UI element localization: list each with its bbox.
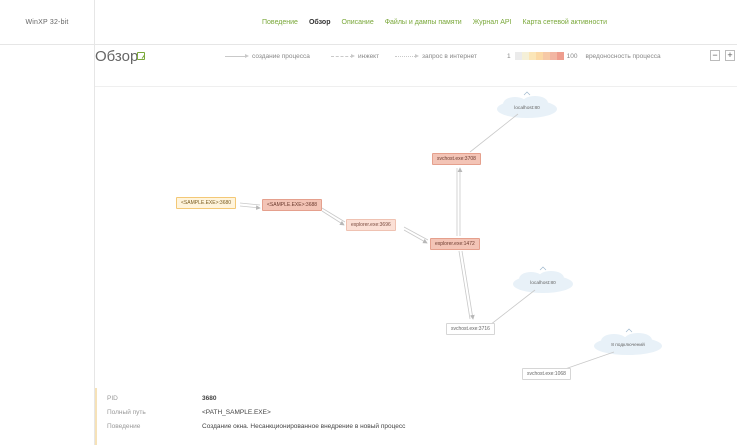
edit-icon[interactable] [137, 52, 145, 60]
tab-behavior[interactable]: Поведение [262, 19, 298, 26]
details-row-pid: PID 3680 [107, 394, 217, 402]
details-row-path: Полный путь <PATH_SAMPLE.EXE> [107, 408, 271, 416]
zoom-out-button[interactable]: − [710, 50, 720, 61]
graph-node-svchost-1068[interactable]: svchost.exe:1068 [522, 368, 571, 380]
scale-swatch [535, 52, 543, 60]
maliciousness-scale: 1 100 вредоносность процесса [507, 52, 661, 60]
edge-svchost-3716-to-cloud [489, 289, 536, 326]
page-title: Обзор [95, 48, 139, 65]
scale-swatch [549, 52, 557, 60]
cloud-label[interactable]: localhost:80 [521, 281, 565, 286]
dotted-arrow-icon [395, 53, 419, 58]
details-accent-bar [95, 388, 97, 445]
tab-api-log[interactable]: Журнал API [473, 19, 512, 26]
tab-files-dumps[interactable]: Файлы и дампы памяти [385, 19, 462, 26]
zoom-in-button[interactable]: + [725, 50, 735, 61]
main-nav: Поведение Обзор Описание Файлы и дампы п… [262, 0, 607, 45]
process-details: PID 3680 Полный путь <PATH_SAMPLE.EXE> П… [95, 388, 737, 445]
tab-network-map[interactable]: Карта сетевой активности [523, 19, 608, 26]
edge-svchost-3708-to-cloud [469, 113, 519, 153]
scale-swatch [528, 52, 536, 60]
scale-swatch [514, 52, 522, 60]
legend-create-process: создание процесса [225, 51, 310, 61]
graph-node-svchost-3716[interactable]: svchost.exe:3716 [446, 323, 495, 335]
graph-node-sample-root[interactable]: <SAMPLE.EXE>:3680 [176, 197, 237, 209]
edge-explorer-to-svchost-3716 [458, 250, 475, 320]
scale-swatches [514, 52, 564, 60]
os-label: WinXP 32-bit [0, 0, 95, 45]
graph-node-explorer-1472[interactable]: explorer.exe:1472 [430, 238, 480, 250]
graph-node-explorer-3696[interactable]: explorer.exe:3696 [346, 219, 396, 231]
left-sidebar [0, 45, 95, 445]
scale-swatch [556, 52, 564, 60]
top-bar: WinXP 32-bit Поведение Обзор Описание Фа… [0, 0, 737, 45]
overview-header: Обзор создание процесса инжект запрос в … [95, 45, 737, 87]
scale-swatch [521, 52, 529, 60]
scale-swatch [542, 52, 550, 60]
cloud-label[interactable]: localhost:80 [505, 106, 549, 111]
graph-node-svchost-3708[interactable]: svchost.exe:3708 [432, 153, 481, 165]
cloud-label[interactable]: 8 подключений [600, 343, 656, 348]
legend-inject: инжект [331, 51, 379, 61]
antenna-icon [523, 91, 531, 96]
antenna-icon [539, 266, 547, 271]
edge-sample-to-explorer [321, 207, 346, 226]
edge-explorer-to-svchost-3708 [456, 167, 463, 236]
dashed-arrow-icon [331, 53, 355, 58]
tab-overview[interactable]: Обзор [309, 19, 331, 26]
graph-node-sample-child[interactable]: <SAMPLE.EXE>:3688 [262, 199, 323, 211]
details-row-behavior: Поведение Создание окна. Несанкционирова… [107, 422, 406, 430]
edge-svchost-1068-to-cloud [564, 351, 615, 370]
antenna-icon [625, 328, 633, 333]
legend-internet-request: запрос в интернет [395, 51, 477, 61]
solid-arrow-icon [225, 53, 249, 58]
edge-sample-to-sample [239, 202, 261, 210]
edge-explorer-to-explorer [403, 226, 429, 244]
tab-description[interactable]: Описание [342, 19, 374, 26]
